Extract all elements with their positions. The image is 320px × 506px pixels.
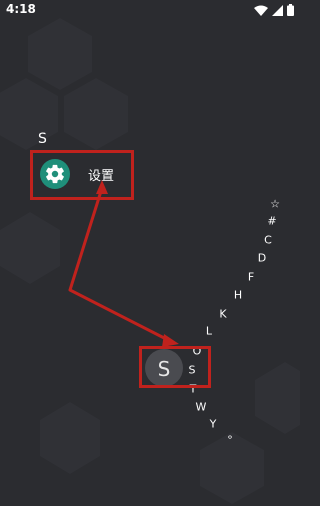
index-letter[interactable]: D <box>258 253 266 264</box>
status-bar: 4:18 <box>0 0 300 22</box>
wifi-icon <box>254 5 268 16</box>
index-letter[interactable]: Y <box>210 419 217 430</box>
index-letter[interactable]: W <box>196 402 207 413</box>
status-time: 4:18 <box>6 2 36 16</box>
index-letter[interactable]: L <box>206 326 212 337</box>
status-icons <box>254 4 294 16</box>
index-letter[interactable]: H <box>234 290 242 301</box>
index-letter[interactable]: ° <box>227 435 233 446</box>
index-letter[interactable]: K <box>219 309 226 320</box>
index-letter[interactable]: ☆ <box>270 199 280 210</box>
index-letter[interactable]: C <box>264 235 272 246</box>
battery-icon <box>287 4 294 16</box>
index-letter[interactable]: F <box>248 272 254 283</box>
signal-icon <box>272 4 283 16</box>
wallpaper-hex-pattern <box>0 0 300 506</box>
index-letter[interactable]: # <box>267 216 276 227</box>
group-letter: S <box>38 131 47 147</box>
highlight-box-app <box>30 150 134 200</box>
highlight-box-index <box>139 346 211 388</box>
